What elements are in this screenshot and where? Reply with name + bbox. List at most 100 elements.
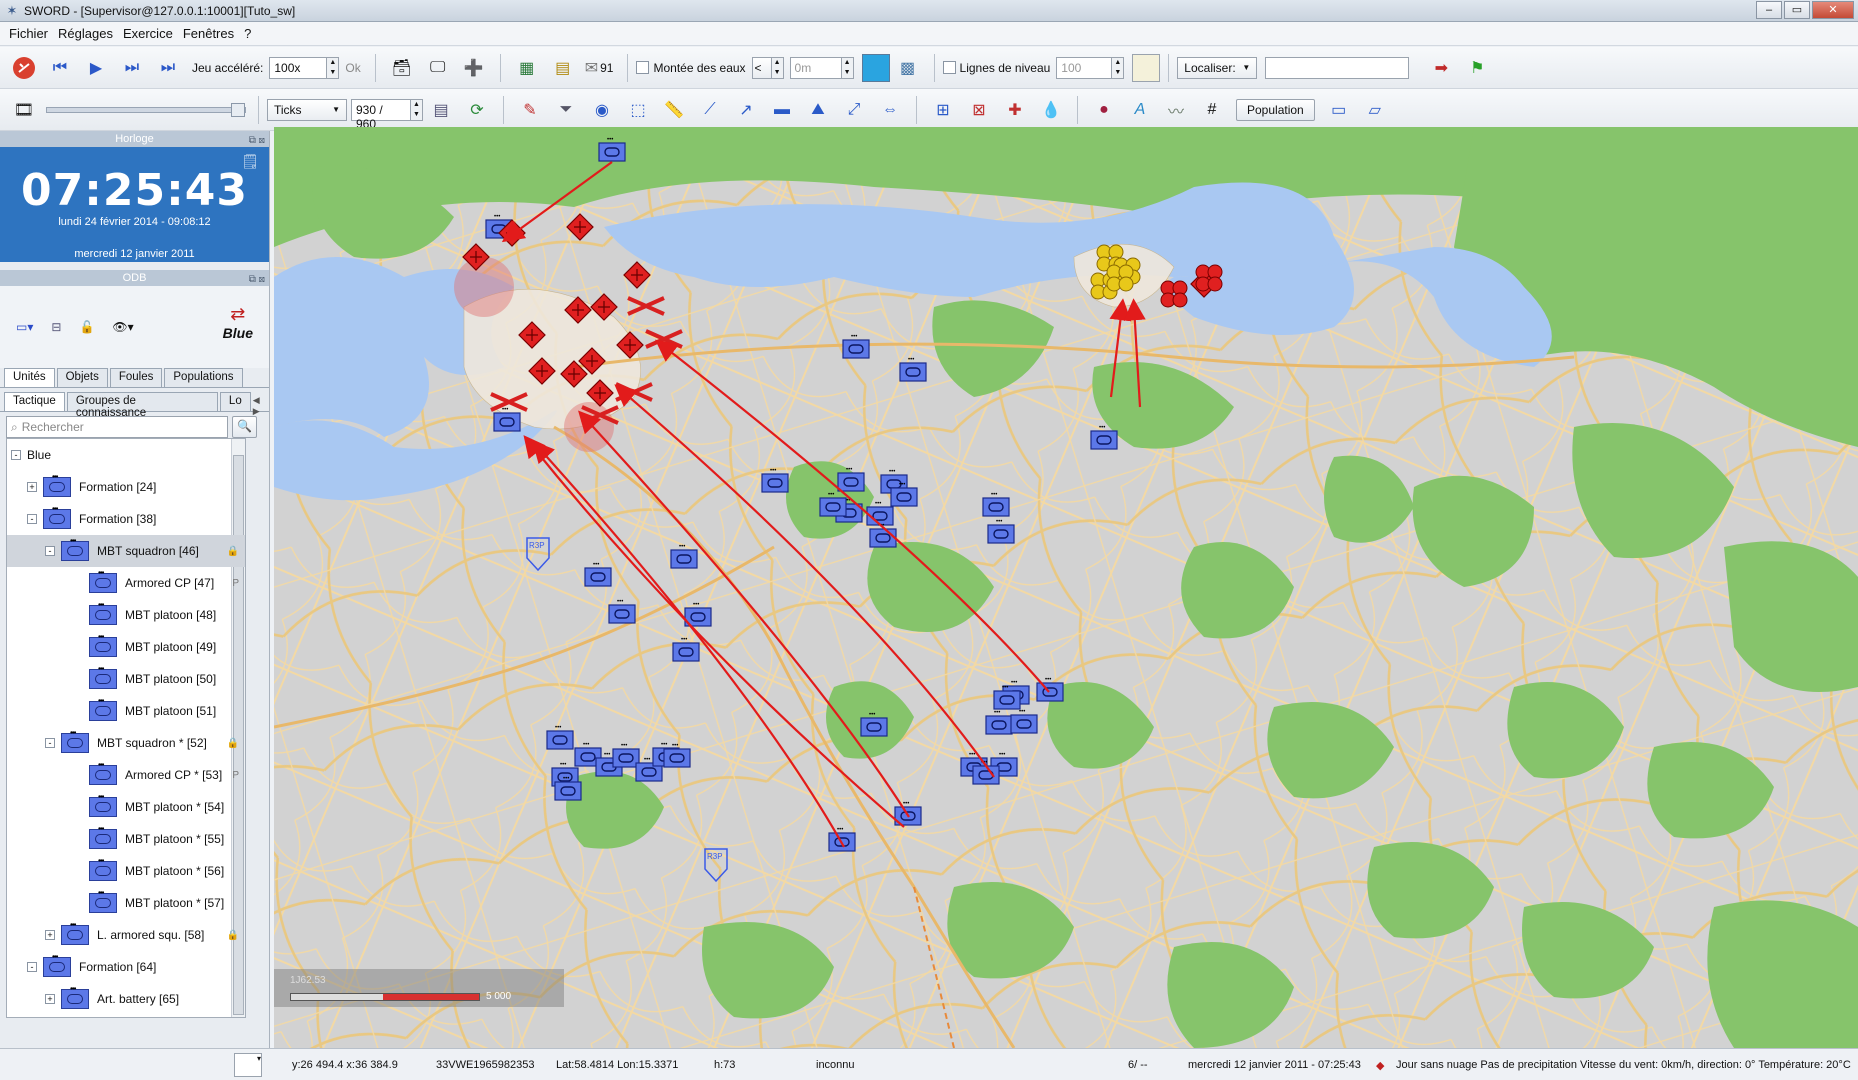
objects-icon[interactable]: ● <box>1090 96 1118 124</box>
speed-ok-button[interactable]: Ok <box>345 61 360 75</box>
menu-reglages[interactable]: Réglages <box>53 26 118 41</box>
text-icon[interactable]: A <box>1126 96 1154 124</box>
tab-tactique[interactable]: Tactique <box>4 392 65 411</box>
dock-icon[interactable]: ▭ <box>1325 96 1353 124</box>
menu-fenetres[interactable]: Fenêtres <box>178 26 239 41</box>
time-slider[interactable] <box>46 102 246 117</box>
grid-view-icon[interactable]: ▤ <box>427 96 455 124</box>
eye-icon[interactable]: 👁▾ <box>112 320 133 334</box>
collapse-icon[interactable]: - <box>45 738 55 748</box>
tree-row[interactable]: ••• MBT platoon [51] <box>7 695 245 727</box>
skip-end-button[interactable]: ⏭ <box>154 54 182 82</box>
checkpoint-icon[interactable]: 🗃 <box>388 54 416 82</box>
tab-foules[interactable]: Foules <box>109 368 163 387</box>
tree-row[interactable]: ••• Armored CP [47] P <box>7 567 245 599</box>
tree-row[interactable]: ••• MBT platoon [48] <box>7 599 245 631</box>
draw-line-icon[interactable]: ✎ <box>516 96 544 124</box>
hierarchy-icon[interactable]: ⊞ <box>929 96 957 124</box>
tab-scroll-arrows[interactable]: ◀ ▶ <box>253 392 269 416</box>
flood-direction-spin[interactable]: ▲ ▼ <box>771 56 784 79</box>
tab-populations[interactable]: Populations <box>164 368 243 387</box>
contour-checkbox[interactable] <box>942 61 956 74</box>
status-menu-button[interactable]: ▾ <box>234 1053 262 1077</box>
flood-height-spin[interactable]: ▲ ▼ <box>841 56 854 79</box>
unit-type-icon[interactable]: ▭▾ <box>16 320 33 334</box>
expand-icon[interactable]: + <box>45 994 55 1004</box>
tree-row[interactable]: ••• MBT platoon * [56] <box>7 855 245 887</box>
tree-row[interactable]: ••• Armored CP * [53] P <box>7 759 245 791</box>
tree-row[interactable]: ••• MBT platoon * [54] <box>7 791 245 823</box>
side-switch-button[interactable]: ⇄ Blue <box>223 304 253 341</box>
terrain-profile-icon[interactable]: ▬ <box>768 96 796 124</box>
ruler-icon[interactable]: ⟋ <box>696 96 724 124</box>
tree-row[interactable]: - Blue <box>7 439 245 471</box>
tree-row[interactable]: ••• MBT platoon * [57] <box>7 887 245 919</box>
select-area-icon[interactable]: ⬚ <box>624 96 652 124</box>
elevation-icon[interactable]: ▩ <box>894 54 922 82</box>
measure-icon[interactable]: 📏 <box>660 96 688 124</box>
skip-back-button[interactable]: ⏮ <box>46 54 74 82</box>
fit-view-icon[interactable]: ⇔ <box>876 96 904 124</box>
tick-spin[interactable]: ▲ ▼ <box>411 98 423 121</box>
undock-icon[interactable]: ▱ <box>1361 96 1389 124</box>
tree-row[interactable]: - ••• MBT squadron [46] 🔒 <box>7 535 245 567</box>
flag-icon[interactable]: ⚑ <box>1463 54 1491 82</box>
flood-checkbox[interactable] <box>636 61 650 74</box>
contour-input[interactable]: 100 <box>1056 56 1113 79</box>
tree-row[interactable]: ••• MBT platoon [50] <box>7 663 245 695</box>
tree-row[interactable]: ••• MBT platoon [49] <box>7 631 245 663</box>
contour-spin[interactable]: ▲ ▼ <box>1112 56 1125 79</box>
tree-row[interactable]: + ••• L. armored squ. [58] 🔒 <box>7 919 245 951</box>
refresh-icon[interactable]: ⟳ <box>463 96 491 124</box>
screenshot-icon[interactable]: 🖵 <box>424 54 452 82</box>
contour-lines-icon[interactable]: 〰 <box>1162 96 1190 124</box>
expand-icon[interactable]: + <box>27 482 37 492</box>
maximize-button[interactable]: ▭ <box>1784 1 1810 19</box>
messages-button[interactable]: ✉ 91 <box>585 54 616 82</box>
tab-groupes-connaissance[interactable]: Groupes de connaissance <box>66 392 218 419</box>
expand-icon[interactable]: + <box>45 930 55 940</box>
map-view[interactable]: ••• ••• ••• ••• ••• ••• ••• ••• ••• ••• ••• ••• ••• •… <box>274 127 1858 1048</box>
tree-row[interactable]: ••• MBT platoon * [55] <box>7 823 245 855</box>
go-to-icon[interactable]: ➡ <box>1427 54 1455 82</box>
advanced-search-icon[interactable]: 🔍 <box>232 416 257 438</box>
collapse-icon[interactable]: - <box>27 514 37 524</box>
remove-unit-icon[interactable]: ⊠ <box>965 96 993 124</box>
search-input[interactable]: ⌕ Rechercher <box>6 416 228 438</box>
locate-input[interactable] <box>1265 56 1410 79</box>
flood-height-input[interactable]: 0m <box>789 56 842 79</box>
collapse-icon[interactable]: - <box>27 962 37 972</box>
flood-direction[interactable]: < <box>751 56 772 79</box>
tree-view-icon[interactable]: ⊟ <box>51 320 61 334</box>
supply-icon[interactable]: 💧 <box>1037 96 1065 124</box>
calculator-icon[interactable]: ▦ <box>513 54 541 82</box>
speed-spin[interactable]: ▲ ▼ <box>327 56 340 79</box>
tab-logistique[interactable]: Lo <box>219 392 251 411</box>
unlock-icon[interactable]: 🔓 <box>79 320 94 334</box>
collapse-icon[interactable]: - <box>45 546 55 556</box>
tab-objets[interactable]: Objets <box>56 368 108 387</box>
tick-input[interactable]: 930 / 960 <box>351 98 411 131</box>
notes-icon[interactable]: ▤ <box>549 54 577 82</box>
menu-fichier[interactable]: Fichier <box>4 26 53 41</box>
menu-exercice[interactable]: Exercice <box>118 26 178 41</box>
speed-input[interactable]: 100x <box>269 56 328 79</box>
minimize-button[interactable]: – <box>1756 1 1782 19</box>
step-forward-button[interactable]: ⏭ <box>118 54 146 82</box>
close-button[interactable]: ✕ <box>1812 1 1854 19</box>
menu-help[interactable]: ? <box>239 26 256 41</box>
replay-film-icon[interactable]: 🎞 <box>10 96 38 124</box>
locate-combo[interactable]: Localiser: ▼ <box>1177 56 1258 79</box>
path-icon[interactable]: ↗ <box>732 96 760 124</box>
radar-icon[interactable]: ◉ <box>588 96 616 124</box>
document-icon[interactable]: 🗒 <box>241 153 259 170</box>
play-button[interactable]: ▶ <box>82 54 110 82</box>
tree-row[interactable]: - ••• MBT squadron * [52] 🔒 <box>7 727 245 759</box>
stop-simulation-button[interactable] <box>10 54 38 82</box>
medical-icon[interactable]: ✚ <box>1001 96 1029 124</box>
zoom-area-icon[interactable]: ⤢ <box>840 96 868 124</box>
water-color-button[interactable] <box>861 53 890 82</box>
tree-row[interactable]: - ••• Formation [64] <box>7 951 245 983</box>
tree-row[interactable]: + ••• Formation [24] <box>7 471 245 503</box>
population-button[interactable]: Population <box>1236 98 1315 121</box>
